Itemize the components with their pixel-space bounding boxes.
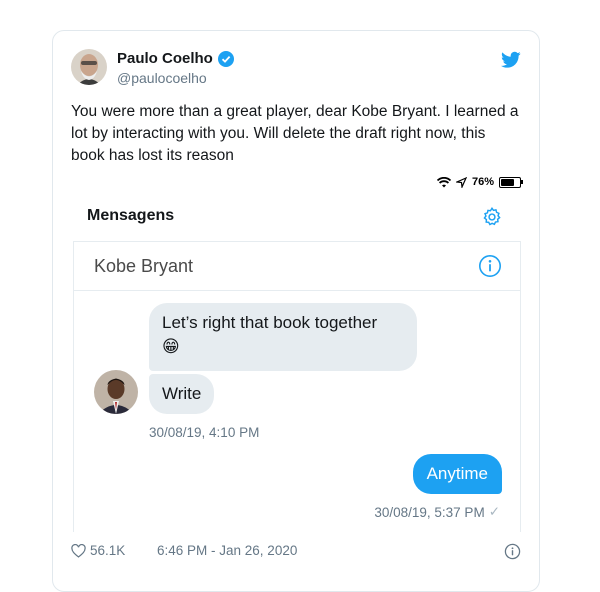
tweet-text: You were more than a great player, dear … bbox=[71, 103, 519, 164]
message-bubble-out[interactable]: Anytime bbox=[412, 454, 502, 494]
conversation-name[interactable]: Kobe Bryant bbox=[94, 256, 193, 277]
location-arrow-icon bbox=[455, 176, 467, 188]
twitter-bird-icon[interactable] bbox=[501, 51, 521, 69]
read-check-icon: ✓ bbox=[488, 504, 500, 519]
message-timestamp-out: 30/08/19, 5:37 PM ✓ bbox=[374, 504, 500, 520]
heart-icon bbox=[71, 543, 86, 558]
message-text: Anytime bbox=[426, 464, 488, 483]
author-name[interactable]: Paulo Coelho bbox=[117, 50, 234, 67]
author-avatar[interactable] bbox=[71, 49, 107, 85]
tweet-header: Paulo Coelho @paulocoelho bbox=[71, 49, 521, 89]
message-bubble-in[interactable]: Let’s right that book together 😁 bbox=[149, 303, 417, 371]
status-bar: 76% bbox=[436, 175, 523, 189]
conversation-header: Kobe Bryant bbox=[74, 242, 520, 291]
author-name-text: Paulo Coelho bbox=[117, 50, 213, 67]
author-handle[interactable]: @paulocoelho bbox=[117, 70, 207, 86]
message-timestamp: 30/08/19, 4:10 PM bbox=[149, 425, 260, 440]
message-text: Write bbox=[162, 384, 202, 403]
conversation: Kobe Bryant Let’s right that book togeth… bbox=[73, 241, 521, 532]
tweet-footer: 56.1K 6:46 PM - Jan 26, 2020 bbox=[71, 541, 521, 561]
grin-emoji: 😁 bbox=[162, 337, 180, 356]
tweet-card: Paulo Coelho @paulocoelho You were more … bbox=[52, 30, 540, 592]
contact-avatar[interactable] bbox=[94, 370, 138, 414]
battery-icon bbox=[499, 176, 523, 188]
info-icon[interactable] bbox=[478, 254, 502, 278]
verified-icon bbox=[217, 50, 234, 67]
messages-title: Mensagens bbox=[87, 207, 175, 224]
message-text: Let’s right that book together bbox=[162, 313, 378, 332]
info-icon[interactable] bbox=[504, 543, 521, 560]
gear-icon[interactable] bbox=[481, 206, 503, 228]
message-time: 30/08/19, 5:37 PM bbox=[374, 504, 485, 520]
embedded-screenshot[interactable]: 76% Mensagens Kobe Bryant Let’s right th… bbox=[71, 171, 523, 532]
wifi-icon bbox=[436, 176, 451, 187]
battery-percent: 76% bbox=[471, 176, 494, 188]
tweet-timestamp[interactable]: 6:46 PM - Jan 26, 2020 bbox=[157, 543, 297, 558]
message-bubble-in[interactable]: Write bbox=[149, 374, 215, 414]
like-count: 56.1K bbox=[90, 543, 126, 558]
like-button[interactable]: 56.1K bbox=[71, 543, 125, 558]
